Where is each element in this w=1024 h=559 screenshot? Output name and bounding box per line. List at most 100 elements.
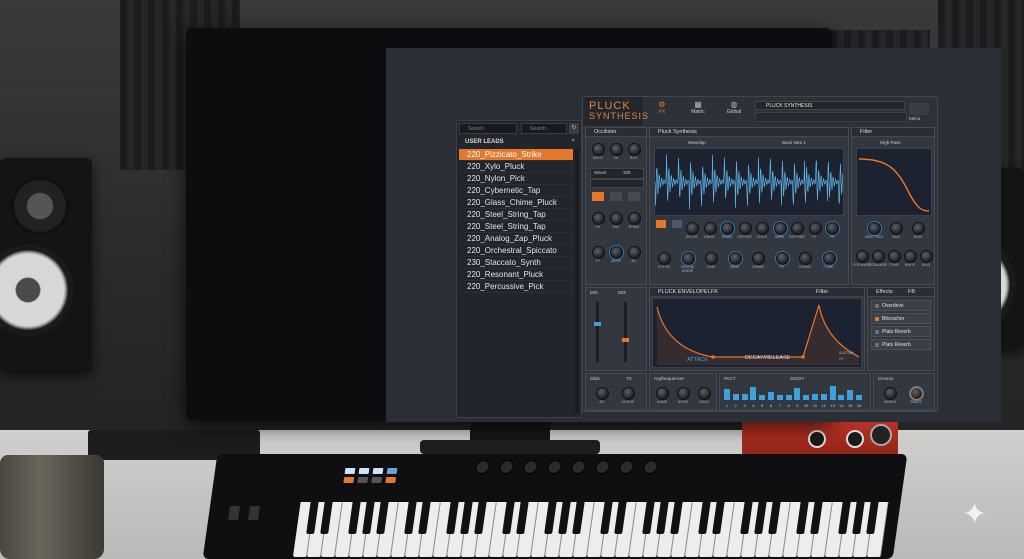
knob-pluck-a7[interactable] (791, 222, 804, 235)
tab-fx[interactable]: ⚙ FX (645, 97, 679, 125)
knob-pluck-a5[interactable] (756, 222, 769, 235)
knob-pluck-b8[interactable] (822, 252, 836, 265)
step-bar[interactable] (838, 395, 845, 400)
knob-bxit[interactable] (628, 143, 641, 156)
knob-pluck-b4[interactable] (728, 252, 742, 265)
preset-item[interactable]: 220_Resonant_Pluck (459, 269, 573, 281)
step-bar[interactable] (847, 390, 854, 400)
knob-pluck-b1[interactable] (658, 252, 671, 265)
knob-pluck-b2[interactable] (681, 252, 695, 265)
drum-pad[interactable] (372, 468, 384, 474)
knob-pluck-a8[interactable] (808, 222, 822, 235)
effect-slot[interactable]: Plats Reverb (871, 339, 931, 350)
preset-item[interactable]: 220_Steel_String_Tap (459, 221, 573, 233)
mode-right[interactable]: Back Vam 1 (782, 140, 806, 145)
step-bar[interactable] (829, 385, 836, 400)
knob-filter-b5[interactable] (920, 250, 933, 263)
knob-base[interactable] (592, 143, 605, 156)
step-bar[interactable] (856, 395, 862, 400)
knob-pluck-a9[interactable] (826, 222, 839, 235)
preset-name-display[interactable]: PLUCK SYNTHESIS (755, 101, 905, 110)
knob-vk[interactable] (610, 143, 623, 156)
tab-matric[interactable]: ▦ Matric (681, 97, 715, 125)
knob-osc-1[interactable] (592, 212, 605, 225)
category-header[interactable]: USER LEADS (459, 137, 577, 147)
controller-knob[interactable] (570, 460, 587, 474)
preset-item[interactable]: 220_Pizzicato_Strike (459, 149, 573, 161)
effect-slot[interactable]: Overdrive (871, 300, 931, 311)
knob-pluck-b5[interactable] (752, 252, 765, 265)
knob-pluck-a1[interactable] (686, 222, 699, 235)
knob-slide-1[interactable] (596, 387, 609, 400)
knob-arp-2[interactable] (677, 387, 690, 400)
envelope-display[interactable]: ATTACK DECAY/RELEASE SUSTAIN XY (652, 298, 862, 368)
step-bar[interactable] (794, 388, 801, 400)
effect-slot[interactable]: Bitcracher (871, 313, 931, 324)
osc-mode-button-1[interactable] (592, 192, 604, 201)
controller-knob[interactable] (594, 460, 611, 474)
knob-filter-b2[interactable] (872, 250, 885, 263)
knob-pluck-b3[interactable] (705, 252, 718, 265)
knob-filter-1[interactable] (868, 222, 881, 235)
preset-item[interactable]: 220_Analog_Zap_Pluck (459, 233, 573, 245)
pitch-wheel[interactable] (228, 506, 241, 520)
osc-mode-button-3[interactable] (628, 192, 640, 201)
preset-item[interactable]: 220_Glass_Chime_Pluck (459, 197, 573, 209)
close-icon[interactable]: ✕ (571, 138, 575, 144)
drum-pad[interactable] (371, 477, 383, 483)
drum-pad[interactable] (358, 468, 370, 474)
controller-knob[interactable] (522, 460, 539, 474)
fb-label[interactable]: FB (908, 288, 915, 296)
preset-item[interactable]: 220_Orchestral_Spiccato (459, 245, 573, 257)
search-input[interactable]: Search (459, 123, 517, 134)
knob-slide-2[interactable] (622, 387, 635, 400)
knob-osc-6[interactable] (628, 246, 641, 259)
knob-chorus-1[interactable] (884, 387, 897, 400)
knob-pluck-b6[interactable] (775, 252, 789, 265)
preset-item[interactable]: 220_Nylon_Pick (459, 173, 573, 185)
mode-left[interactable]: Wanelap (688, 140, 706, 145)
menu-button[interactable] (909, 103, 929, 115)
knob-pluck-a2[interactable] (703, 222, 717, 235)
step-bar[interactable] (750, 387, 757, 400)
step-bar[interactable] (759, 395, 766, 400)
lfo-label[interactable]: LFK (708, 288, 718, 296)
controller-knob[interactable] (474, 460, 491, 474)
osc-mode-button-2[interactable] (610, 192, 622, 201)
step-bar[interactable] (812, 393, 818, 400)
effect-power-icon[interactable] (875, 304, 879, 308)
step-bar[interactable] (785, 395, 792, 400)
knob-filter-2[interactable] (890, 222, 903, 235)
knob-arp-3[interactable] (698, 387, 711, 400)
knob-filter-b1[interactable] (856, 250, 869, 263)
refresh-icon[interactable]: ↻ (569, 123, 579, 134)
knob-pluck-a4[interactable] (738, 222, 752, 235)
knob-osc-4[interactable] (592, 246, 605, 259)
effect-slot[interactable]: Plats Reverb (871, 326, 931, 337)
drum-pad[interactable] (343, 477, 355, 483)
step-bar[interactable] (741, 394, 748, 400)
preset-nav-bar[interactable] (755, 112, 907, 122)
step-grid[interactable]: 1 2 3 4 5 6 7 8 9 10 11 12 13 14 15 16 (724, 382, 866, 410)
effect-power-icon[interactable] (875, 343, 879, 347)
drum-pad[interactable] (357, 477, 369, 483)
knob-filter-3[interactable] (912, 222, 925, 235)
step-bar[interactable] (776, 395, 783, 400)
effect-power-icon[interactable] (875, 317, 879, 321)
knob-osc-3[interactable] (628, 212, 641, 225)
drum-pad[interactable] (344, 468, 356, 474)
knob-osc-5[interactable] (610, 246, 623, 259)
preset-item[interactable]: 230_Staccato_Synth (459, 257, 573, 269)
wave-selector[interactable]: Wavst 330 (590, 168, 644, 179)
knob-filter-b4[interactable] (904, 250, 917, 263)
knob-pluck-a6[interactable] (773, 222, 787, 235)
knob-pluck-a3[interactable] (721, 222, 734, 235)
mix-fader-1[interactable] (594, 302, 601, 362)
knob-chorus-2[interactable] (910, 387, 923, 400)
knob-filter-b3[interactable] (888, 250, 901, 263)
step-bar[interactable] (724, 388, 730, 400)
knob-pluck-b7[interactable] (799, 252, 812, 265)
filter-mode[interactable]: High Pass (880, 140, 901, 145)
preset-item[interactable]: 220_Xylo_Pluck (459, 161, 573, 173)
mix-fader-2[interactable] (622, 302, 629, 362)
